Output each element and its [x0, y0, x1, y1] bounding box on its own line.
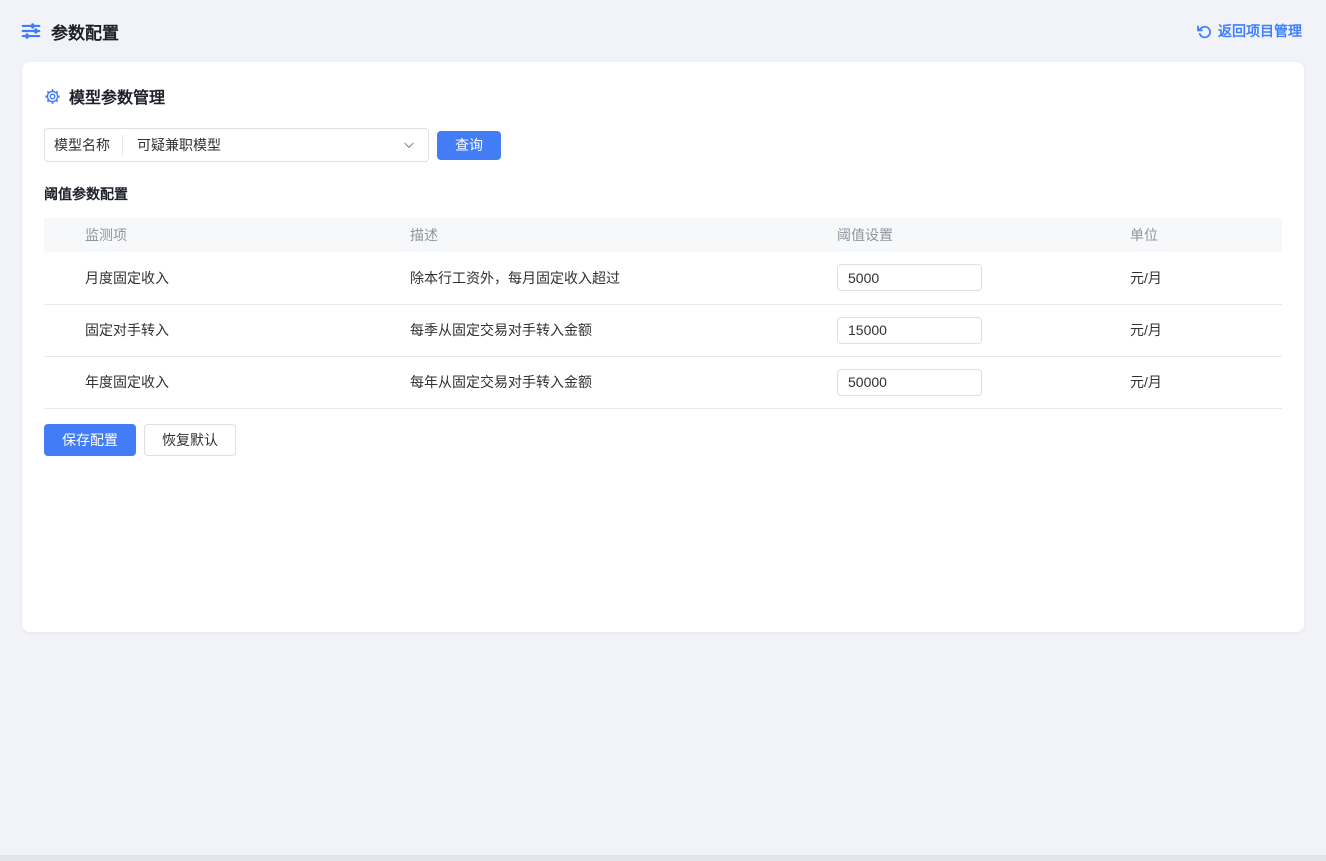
- query-button[interactable]: 查询: [437, 131, 501, 160]
- table-row: 月度固定收入 除本行工资外，每月固定收入超过 元/月: [44, 252, 1282, 304]
- save-config-button[interactable]: 保存配置: [44, 424, 136, 456]
- threshold-table: 监测项 描述 阈值设置 单位 月度固定收入 除本行工资外，每月固定收入超过 元/…: [44, 218, 1282, 409]
- section-title: 模型参数管理: [69, 84, 165, 108]
- table-row: 固定对手转入 每季从固定交易对手转入金额 元/月: [44, 304, 1282, 356]
- cell-description: 每季从固定交易对手转入金额: [410, 304, 837, 356]
- bottom-edge: [0, 855, 1326, 861]
- header-threshold: 阈值设置: [837, 218, 1130, 252]
- back-to-project-management-link[interactable]: 返回项目管理: [1196, 21, 1302, 41]
- cell-description: 每年从固定交易对手转入金额: [410, 356, 837, 408]
- model-parameter-card: 模型参数管理 模型名称 可疑兼职模型 查询 阈值参数配置 监测项 描述 阈值设置…: [22, 62, 1304, 632]
- threshold-input-monthly-income[interactable]: [837, 264, 982, 291]
- restore-default-button[interactable]: 恢复默认: [144, 424, 236, 456]
- page-header: 参数配置 返回项目管理: [0, 0, 1326, 62]
- model-query-form: 模型名称 可疑兼职模型 查询: [44, 128, 1282, 162]
- cell-unit: 元/月: [1130, 252, 1282, 304]
- action-buttons: 保存配置 恢复默认: [44, 424, 1282, 456]
- cell-description: 除本行工资外，每月固定收入超过: [410, 252, 837, 304]
- cell-monitor-item: 固定对手转入: [44, 304, 410, 356]
- threshold-input-fixed-counterparty[interactable]: [837, 317, 982, 344]
- table-header-row: 监测项 描述 阈值设置 单位: [44, 218, 1282, 252]
- header-unit: 单位: [1130, 218, 1282, 252]
- model-name-selected-value: 可疑兼职模型: [123, 135, 402, 155]
- page-title: 参数配置: [51, 19, 119, 44]
- cell-unit: 元/月: [1130, 304, 1282, 356]
- return-arrow-icon: [1196, 23, 1212, 39]
- threshold-table-title: 阈值参数配置: [44, 184, 1282, 204]
- model-name-select[interactable]: 模型名称 可疑兼职模型: [44, 128, 429, 162]
- cell-monitor-item: 年度固定收入: [44, 356, 410, 408]
- chevron-down-icon: [402, 138, 428, 152]
- section-header: 模型参数管理: [44, 84, 1282, 108]
- header-description: 描述: [410, 218, 837, 252]
- cell-monitor-item: 月度固定收入: [44, 252, 410, 304]
- threshold-input-annual-income[interactable]: [837, 369, 982, 396]
- page-title-group: 参数配置: [20, 19, 119, 44]
- gear-icon: [44, 88, 61, 105]
- cell-unit: 元/月: [1130, 356, 1282, 408]
- back-link-label: 返回项目管理: [1218, 21, 1302, 41]
- table-row: 年度固定收入 每年从固定交易对手转入金额 元/月: [44, 356, 1282, 408]
- sliders-icon: [20, 20, 42, 42]
- header-monitor-item: 监测项: [44, 218, 410, 252]
- model-name-label: 模型名称: [45, 135, 122, 155]
